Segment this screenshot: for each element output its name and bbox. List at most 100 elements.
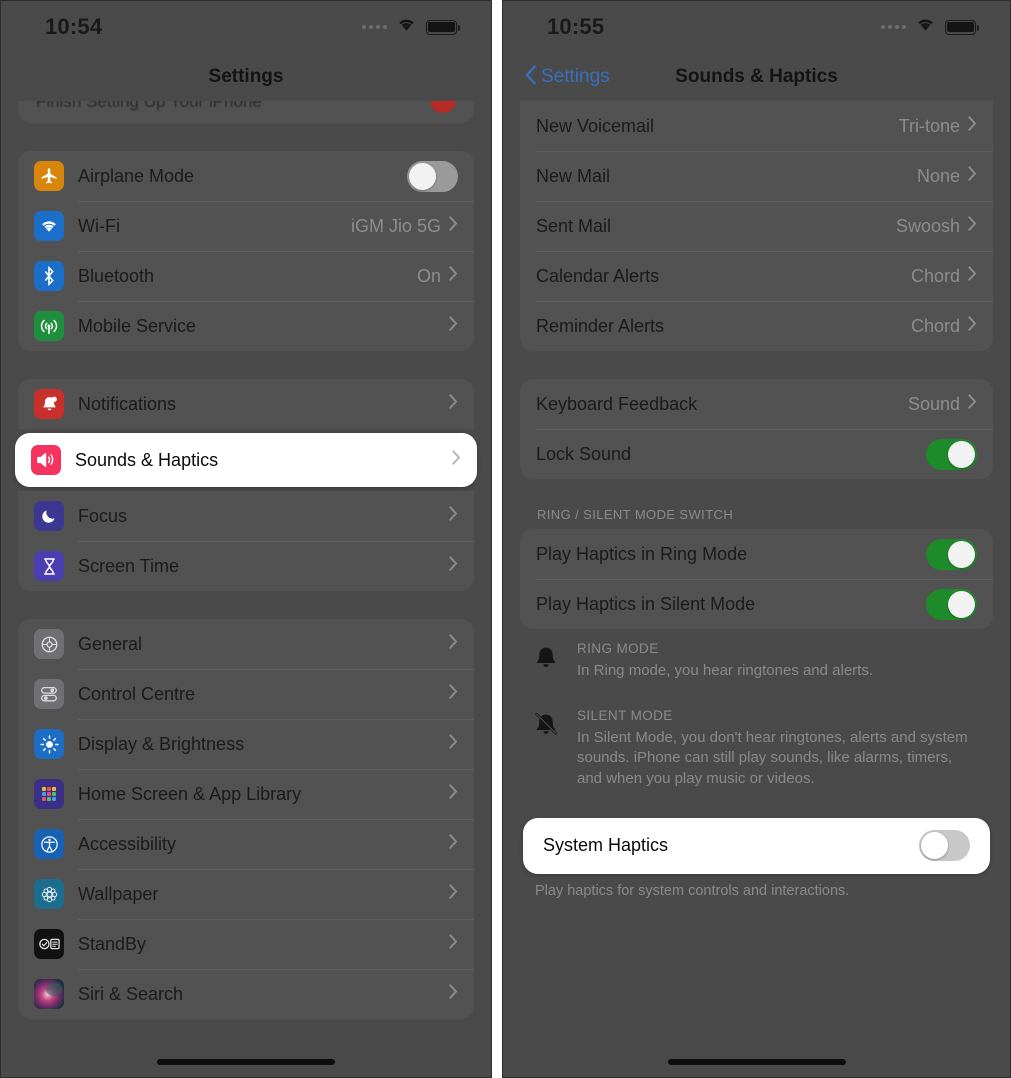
chevron-right-icon — [968, 166, 977, 186]
ring-mode-info: RING MODE In Ring mode, you hear rington… — [503, 629, 1010, 682]
play-haptics-ring-toggle[interactable] — [926, 538, 977, 570]
row-label: Play Haptics in Ring Mode — [536, 543, 748, 564]
finish-setup-label: Finish Setting Up Your iPhone — [36, 101, 262, 111]
chevron-right-icon — [449, 984, 458, 1004]
back-button-label: Settings — [541, 66, 610, 87]
ring-mode-title: RING MODE — [577, 641, 659, 656]
system-haptics-footnote: Play haptics for system controls and int… — [535, 882, 850, 899]
hourglass-icon — [34, 551, 64, 581]
chevron-right-icon — [968, 316, 977, 336]
bell-icon — [533, 641, 563, 682]
system-haptics-toggle[interactable] — [919, 830, 970, 862]
screenshot-stage: 10:54 Settings Finish Setting Up Your iP… — [0, 0, 1011, 1078]
chevron-right-icon — [449, 834, 458, 854]
wifi-icon — [915, 17, 936, 37]
play-haptics-silent-toggle[interactable] — [926, 588, 977, 620]
row-value: Swoosh — [895, 215, 960, 236]
row-new-voicemail[interactable]: New Voicemail Tri-tone — [520, 101, 993, 151]
status-clock: 10:55 — [547, 14, 605, 39]
right-nav-bar: Settings Sounds & Haptics — [503, 53, 1010, 101]
row-label: System Haptics — [543, 835, 669, 856]
sidebar-item-siri-search[interactable]: Siri & Search — [18, 969, 474, 1019]
sidebar-item-bluetooth[interactable]: Bluetooth On — [18, 251, 474, 301]
sidebar-item-notifications[interactable]: Notifications — [18, 379, 474, 429]
status-clock: 10:54 — [45, 14, 103, 39]
row-keyboard-feedback[interactable]: Keyboard Feedback Sound — [520, 379, 993, 429]
ring-mode-body: In Ring mode, you hear ringtones and ale… — [577, 662, 874, 679]
ring-mode-text: RING MODE In Ring mode, you hear rington… — [577, 641, 980, 682]
cellular-dots-icon — [881, 25, 906, 29]
sidebar-item-screen-time[interactable]: Screen Time — [18, 541, 474, 591]
row-lock-sound[interactable]: Lock Sound — [520, 429, 993, 479]
status-indicators — [881, 17, 980, 37]
row-play-haptics-ring-mode[interactable]: Play Haptics in Ring Mode — [520, 529, 993, 579]
sidebar-item-label: Airplane Mode — [78, 165, 195, 186]
bell-slash-icon — [533, 708, 563, 790]
lock-sound-toggle[interactable] — [926, 438, 977, 470]
chevron-right-icon — [449, 684, 458, 704]
sidebar-item-display-brightness[interactable]: Display & Brightness — [18, 719, 474, 769]
chevron-right-icon — [449, 216, 458, 236]
bluetooth-icon — [34, 261, 64, 291]
chevron-right-icon — [449, 556, 458, 576]
sidebar-item-label: Screen Time — [78, 555, 180, 576]
sidebar-item-control-centre[interactable]: Control Centre — [18, 669, 474, 719]
sidebar-item-label: Display & Brightness — [78, 733, 245, 754]
row-reminder-alerts[interactable]: Reminder Alerts Chord — [520, 301, 993, 351]
sidebar-item-wifi[interactable]: Wi-Fi iGM Jio 5G — [18, 201, 474, 251]
sidebar-item-general[interactable]: General — [18, 619, 474, 669]
sidebar-item-label: StandBy — [78, 933, 147, 954]
row-sent-mail[interactable]: Sent Mail Swoosh — [520, 201, 993, 251]
airplane-mode-toggle[interactable] — [407, 160, 458, 192]
settings-group-ring-silent: Play Haptics in Ring Mode Play Haptics i… — [520, 529, 993, 629]
chevron-right-icon — [968, 116, 977, 136]
sidebar-item-airplane-mode[interactable]: Airplane Mode — [18, 151, 474, 201]
notifications-bell-icon — [34, 389, 64, 419]
gear-icon — [34, 629, 64, 659]
row-label: Play Haptics in Silent Mode — [536, 593, 756, 614]
row-play-haptics-silent-mode[interactable]: Play Haptics in Silent Mode — [520, 579, 993, 629]
wifi-icon — [396, 17, 417, 37]
silent-mode-info: SILENT MODE In Silent Mode, you don't he… — [503, 696, 1010, 790]
settings-group-sounds-haptics: Sounds & Haptics — [15, 433, 477, 487]
left-status-bar: 10:54 — [1, 1, 491, 53]
speaker-waves-icon — [31, 445, 61, 475]
sidebar-item-label: General — [78, 633, 143, 654]
chevron-right-icon — [449, 784, 458, 804]
row-label: Reminder Alerts — [536, 315, 665, 336]
accessibility-icon — [34, 829, 64, 859]
right-status-bar: 10:55 — [503, 1, 1010, 53]
row-label: New Mail — [536, 165, 611, 186]
sidebar-item-accessibility[interactable]: Accessibility — [18, 819, 474, 869]
row-new-mail[interactable]: New Mail None — [520, 151, 993, 201]
sidebar-item-focus[interactable]: Focus — [18, 491, 474, 541]
airplane-icon — [34, 161, 64, 191]
left-settings-list[interactable]: Finish Setting Up Your iPhone Airplane M… — [1, 101, 491, 1019]
wallpaper-flower-icon — [34, 879, 64, 909]
sidebar-item-mobile-service[interactable]: Mobile Service — [18, 301, 474, 351]
wifi-icon — [34, 211, 64, 241]
battery-full-icon — [426, 19, 461, 35]
sidebar-item-sounds-haptics[interactable]: Sounds & Haptics — [15, 433, 477, 487]
settings-group-connectivity: Airplane Mode Wi-Fi iGM Jio 5G Bluetooth — [18, 151, 474, 351]
home-indicator — [503, 1059, 1010, 1065]
sounds-haptics-list[interactable]: New Voicemail Tri-tone New Mail None Sen… — [503, 101, 1010, 901]
page-title: Settings — [208, 66, 284, 87]
row-value: Tri-tone — [898, 115, 960, 136]
battery-full-icon — [945, 19, 980, 35]
siri-icon — [34, 979, 64, 1009]
row-system-haptics[interactable]: System Haptics — [523, 818, 990, 874]
row-label: Lock Sound — [536, 443, 632, 464]
sidebar-item-home-screen-app-library[interactable]: Home Screen & App Library — [18, 769, 474, 819]
sidebar-item-label: Focus — [78, 505, 128, 526]
settings-group-notifications: Notifications — [18, 379, 474, 429]
finish-setup-card[interactable]: Finish Setting Up Your iPhone — [18, 101, 474, 123]
sidebar-item-label: Sounds & Haptics — [75, 449, 219, 470]
sidebar-item-wallpaper[interactable]: Wallpaper — [18, 869, 474, 919]
back-button[interactable]: Settings — [525, 64, 610, 91]
app-grid-icon — [34, 779, 64, 809]
sidebar-item-standby[interactable]: StandBy — [18, 919, 474, 969]
row-calendar-alerts[interactable]: Calendar Alerts Chord — [520, 251, 993, 301]
row-label: New Voicemail — [536, 115, 655, 136]
sidebar-item-label: Notifications — [78, 393, 177, 414]
